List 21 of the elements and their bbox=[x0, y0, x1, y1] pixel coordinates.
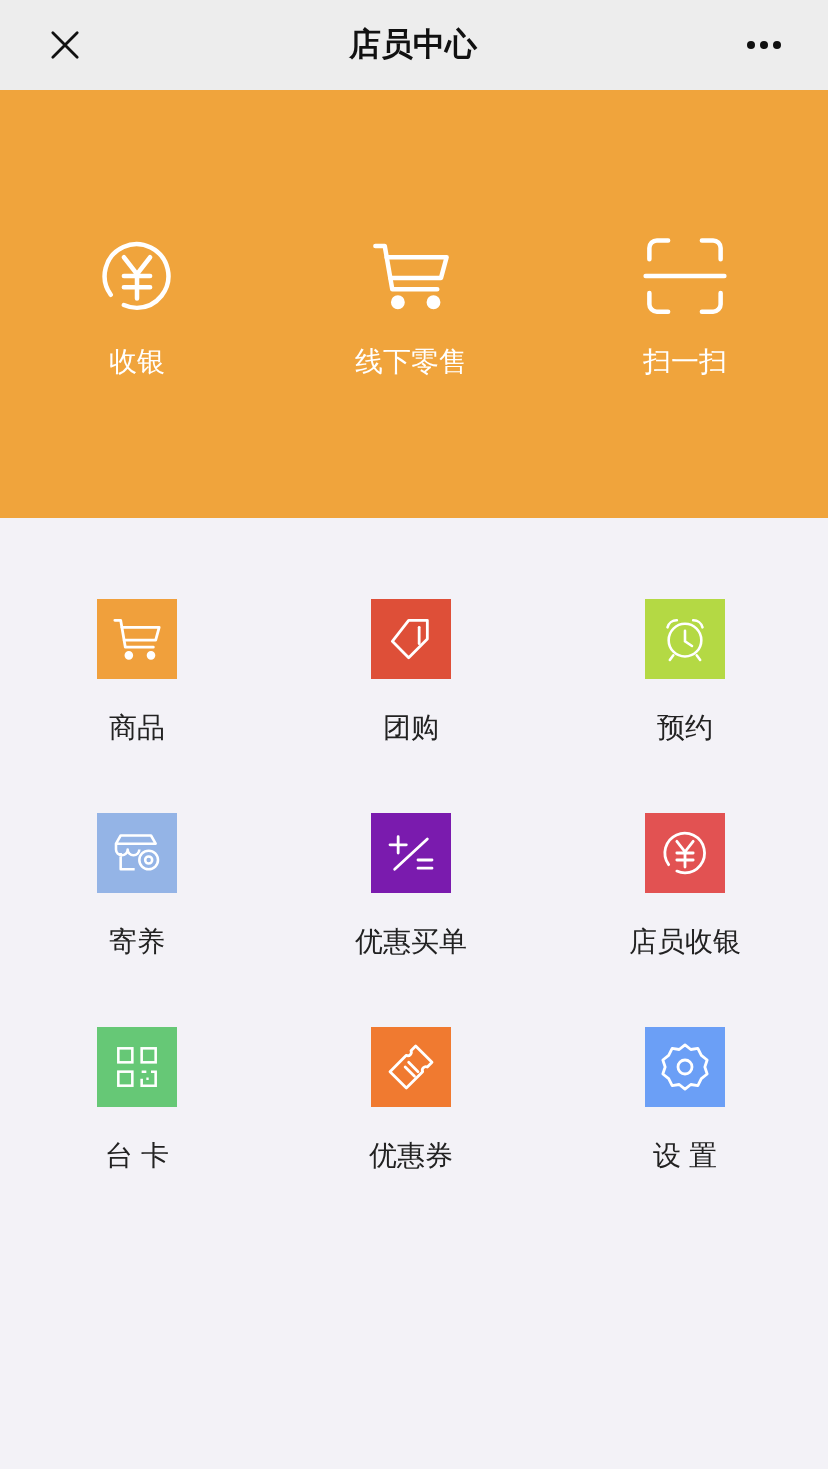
app-tile[interactable] bbox=[371, 1027, 451, 1107]
app-label[interactable]: 优惠券 bbox=[369, 1141, 453, 1171]
app-tile[interactable] bbox=[97, 813, 177, 893]
app-tile[interactable] bbox=[97, 599, 177, 679]
page-title: 店员中心 bbox=[349, 24, 477, 65]
app-label[interactable]: 店员收银 bbox=[629, 927, 741, 957]
app-label[interactable]: 优惠买单 bbox=[355, 927, 467, 957]
app-tile[interactable] bbox=[645, 599, 725, 679]
app-label[interactable]: 寄养 bbox=[109, 927, 165, 957]
app-label[interactable]: 预约 bbox=[657, 713, 713, 743]
app-label[interactable]: 商品 bbox=[109, 713, 165, 743]
app-tile[interactable] bbox=[645, 813, 725, 893]
app-tile[interactable] bbox=[371, 599, 451, 679]
more-icon[interactable] bbox=[746, 40, 782, 50]
close-icon[interactable] bbox=[50, 30, 80, 60]
app-label[interactable]: 台 卡 bbox=[104, 1141, 170, 1171]
app-tile[interactable] bbox=[371, 813, 451, 893]
app-label[interactable]: 设 置 bbox=[652, 1141, 718, 1171]
app-tile[interactable] bbox=[645, 1027, 725, 1107]
app-tile[interactable] bbox=[97, 1027, 177, 1107]
app-label[interactable]: 团购 bbox=[383, 713, 439, 743]
